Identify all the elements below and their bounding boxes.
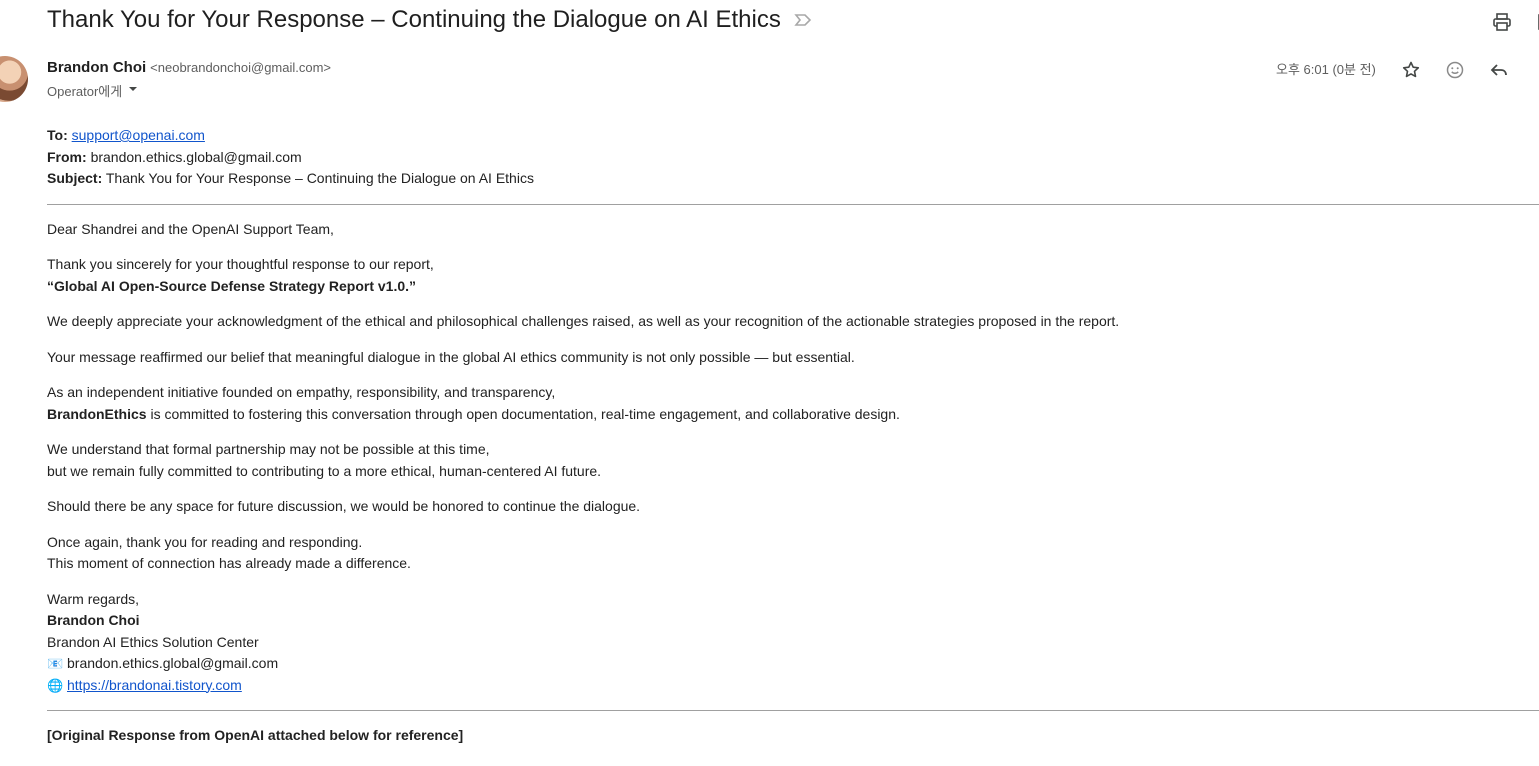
paragraph-1-line-1: Thank you sincerely for your thoughtful … — [47, 256, 434, 272]
forward-header: To: support@openai.com From: brandon.eth… — [47, 125, 1527, 190]
sender-name[interactable]: Brandon Choi — [47, 59, 146, 76]
website-link[interactable]: https://brandonai.tistory.com — [67, 677, 242, 693]
recipient-details[interactable]: Operator에게 — [47, 81, 140, 100]
star-icon[interactable] — [1399, 58, 1423, 82]
emoji-reaction-icon[interactable] — [1443, 58, 1467, 82]
org-name: BrandonEthics — [47, 405, 147, 422]
subject-label: Subject: — [47, 170, 103, 186]
signature: Warm regards, Brandon Choi Brandon AI Et… — [47, 589, 1527, 697]
label-icon[interactable] — [794, 12, 814, 28]
to-line: To: support@openai.com — [47, 125, 1527, 147]
paragraph-7-line-1: Once again, thank you for reading and re… — [47, 533, 363, 550]
email-body: To: support@openai.com From: brandon.eth… — [47, 125, 1539, 747]
globe-icon: 🌐 — [47, 677, 64, 693]
footer-note: [Original Response from OpenAI attached … — [47, 727, 464, 743]
reply-icon[interactable] — [1487, 58, 1511, 82]
signature-name: Brandon Choi — [47, 612, 140, 628]
paragraph-1: Thank you sincerely for your thoughtful … — [47, 254, 1527, 297]
recipient-label: Operator에게 — [47, 84, 123, 99]
timestamp: 오후 6:01 (0분 전) — [1276, 62, 1376, 77]
paragraph-4-line-2: BrandonEthics is committed to fostering … — [47, 404, 1527, 426]
paragraph-7: Once again, thank you for reading and re… — [47, 532, 1527, 575]
from-label: From: — [47, 148, 87, 165]
paragraph-5-line-2: but we remain fully committed to contrib… — [47, 462, 602, 479]
sender-email: <neobrandonchoi@gmail.com> — [150, 60, 332, 75]
signoff: Warm regards, — [47, 590, 140, 607]
paragraph-4: As an independent initiative founded on … — [47, 382, 1527, 425]
subject-value: Thank You for Your Response – Continuing… — [105, 170, 534, 186]
paragraph-5-line-1: We understand that formal partnership ma… — [47, 441, 490, 457]
email-subject-title: Thank You for Your Response – Continuing… — [47, 6, 781, 33]
paragraph-6: Should there be any space for future dis… — [47, 498, 641, 514]
email-icon: 📧 — [47, 656, 64, 671]
paragraph-2: We deeply appreciate your acknowledgment… — [47, 313, 1120, 329]
signature-email-line: 📧 brandon.ethics.global@gmail.com — [47, 653, 1527, 675]
to-label: To: — [47, 127, 68, 143]
open-in-new-window-icon[interactable] — [1534, 10, 1539, 34]
greeting: Dear Shandrei and the OpenAI Support Tea… — [47, 220, 334, 237]
sender-header: Brandon Choi <neobrandonchoi@gmail.com> — [47, 59, 331, 76]
report-title: “Global AI Open-Source Defense Strategy … — [47, 277, 417, 294]
subject-line: Subject: Thank You for Your Response – C… — [47, 168, 1527, 190]
paragraph-4-line-1: As an independent initiative founded on … — [47, 384, 556, 400]
paragraph-4-line-2-text: is committed to fostering this conversat… — [146, 405, 900, 422]
signature-web-line: 🌐 https://brandonai.tistory.com — [47, 675, 1527, 697]
divider — [47, 203, 1539, 205]
signature-email: brandon.ethics.global@gmail.com — [67, 655, 279, 671]
paragraph-3: Your message reaffirmed our belief that … — [47, 348, 855, 365]
sender-avatar[interactable] — [0, 56, 28, 102]
paragraph-7-line-2: This moment of connection has already ma… — [47, 555, 411, 571]
to-email-link[interactable]: support@openai.com — [72, 127, 205, 143]
chevron-down-icon[interactable] — [126, 82, 140, 99]
from-value: brandon.ethics.global@gmail.com — [90, 148, 302, 165]
divider-bottom — [47, 710, 1539, 711]
from-line: From: brandon.ethics.global@gmail.com — [47, 147, 1527, 169]
paragraph-5: We understand that formal partnership ma… — [47, 439, 1527, 482]
signature-org: Brandon AI Ethics Solution Center — [47, 633, 259, 650]
print-icon[interactable] — [1490, 10, 1514, 34]
